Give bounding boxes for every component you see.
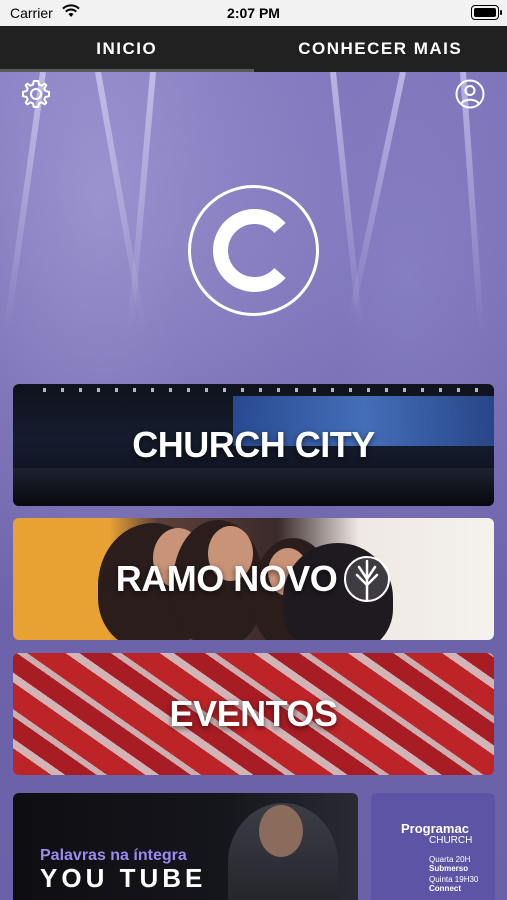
- youtube-banner[interactable]: Palavras na íntegra YOU TUBE: [13, 793, 358, 900]
- programacao-subtitle: CHURCH: [429, 835, 473, 846]
- ramo-novo-banner[interactable]: RAMO NOVO: [13, 518, 494, 640]
- eventos-label: EVENTOS: [169, 693, 338, 734]
- tab-inicio[interactable]: INICIO: [0, 26, 254, 72]
- programacao-line: Submerso: [429, 864, 469, 873]
- church-logo: [187, 184, 320, 317]
- church-city-banner[interactable]: CHURCH CITY: [13, 384, 494, 506]
- status-bar: Carrier 2:07 PM: [0, 0, 507, 26]
- top-tab-bar: INICIO CONHECER MAIS: [0, 26, 507, 72]
- tab-conhecer-mais[interactable]: CONHECER MAIS: [254, 26, 507, 72]
- youtube-title: YOU TUBE: [40, 863, 207, 893]
- ramo-novo-label: RAMO NOVO: [115, 558, 338, 599]
- programacao-title: Programac: [401, 821, 469, 836]
- tree-icon: [343, 555, 391, 603]
- eventos-banner[interactable]: EVENTOS: [13, 653, 494, 775]
- gear-icon[interactable]: [20, 78, 52, 110]
- clock: 2:07 PM: [227, 5, 280, 21]
- programacao-banner[interactable]: Programac CHURCH Quarta 20H Submerso Qui…: [371, 793, 495, 900]
- church-city-label: CHURCH CITY: [132, 424, 375, 465]
- user-circle-icon[interactable]: [454, 78, 486, 110]
- battery-icon: [471, 5, 502, 20]
- programacao-line: Quarta 20H: [429, 855, 471, 864]
- programacao-line: Quinta 19H30: [429, 875, 479, 884]
- programacao-line: Connect: [429, 884, 461, 893]
